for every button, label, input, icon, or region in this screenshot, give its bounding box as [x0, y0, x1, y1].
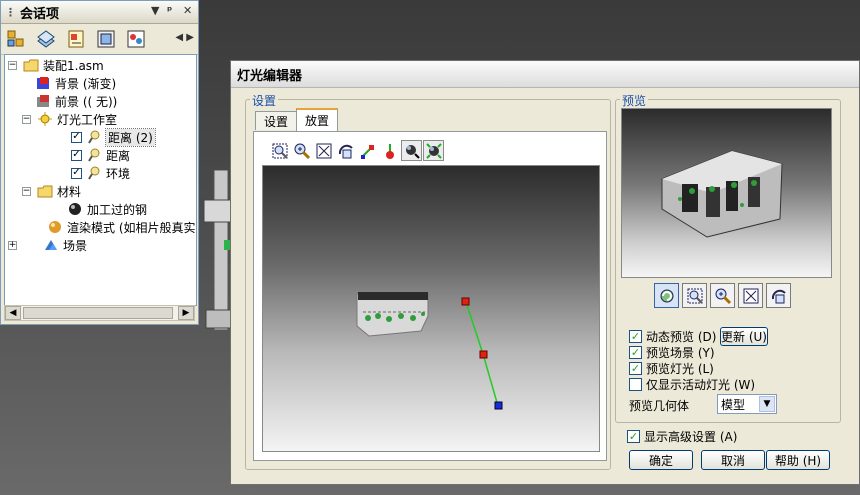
display-icon[interactable] [95, 28, 117, 50]
chevron-down-icon[interactable]: ▼ [759, 396, 775, 412]
zoom-in-icon[interactable] [291, 140, 312, 161]
collapse-icon[interactable]: − [22, 114, 31, 124]
show-advanced-option[interactable]: ✓ 显示高级设置 (A) [627, 428, 737, 445]
fit-view-icon[interactable] [313, 140, 334, 161]
tree-item-light-distant[interactable]: ✓ 距离 [71, 146, 130, 164]
placement-view-toolbar [269, 140, 444, 162]
folder-icon [37, 184, 53, 198]
preview-rotate-icon[interactable] [766, 283, 791, 308]
panel-menu-button[interactable]: ▼ [151, 4, 159, 17]
placement-scene [356, 292, 503, 410]
session-items-panel: ⋮ 会话项 ▼ ᵖ ✕ ◀ ▶ − 装配1.asm 背景 (渐变) 前景 ((… [0, 0, 199, 325]
light-visibility-checkbox[interactable]: ✓ [71, 167, 82, 179]
dialog-title: 灯光编辑器 [237, 68, 303, 84]
tree-item-light-ambient[interactable]: ✓ 环境 [71, 164, 130, 182]
tree-item-scene[interactable]: + 场景 [8, 236, 87, 254]
session-panel-title: 会话项 [20, 6, 60, 22]
preview-render[interactable] [621, 108, 832, 278]
folder-icon [23, 58, 39, 72]
help-button[interactable]: 帮助 (H) [766, 450, 830, 470]
light-position-icon[interactable] [357, 140, 378, 161]
expand-icon[interactable]: + [8, 240, 17, 250]
dynamic-preview-option[interactable]: ✓ 动态预览 (D) [629, 328, 716, 345]
bulb-icon [86, 130, 102, 144]
session-tree: − 装配1.asm 背景 (渐变) 前景 (( 无)) − 灯光工作室 ✓ 距离… [4, 54, 197, 306]
light-visibility-checkbox[interactable]: ✓ [71, 131, 82, 143]
rotate-view-icon[interactable] [335, 140, 356, 161]
light-aim-icon[interactable] [379, 140, 400, 161]
scroll-right-icon[interactable]: ▶ [178, 306, 194, 320]
preview-group-label: 预览 [620, 92, 649, 109]
placement-viewport[interactable] [262, 165, 600, 452]
show-advanced-checkbox[interactable]: ✓ [627, 430, 640, 443]
preview-lights-option[interactable]: ✓ 预览灯光 (L) [629, 360, 714, 377]
tree-item-light-studio[interactable]: − 灯光工作室 [22, 110, 117, 128]
grip-icon[interactable]: ⋮ [5, 6, 16, 19]
session-toolbar: ◀ ▶ [1, 24, 198, 55]
ok-button[interactable]: 确定 [629, 450, 693, 470]
light-editor-dialog: 灯光编辑器 设置 设置 放置 预览 ✓ 动态预览 (D) 更新 (U) ✓ 预览… [230, 60, 860, 485]
tree-item-render-mode[interactable]: 渲染模式 (如相片般真实) [47, 218, 196, 236]
tree-horizontal-scrollbar[interactable]: ◀ ▶ [4, 305, 195, 321]
foreground-icon [35, 94, 51, 108]
light-studio-icon [37, 112, 53, 126]
collapse-icon[interactable]: − [22, 186, 31, 196]
preview-geometry-select[interactable]: 模型 ▼ [717, 394, 777, 414]
layers-icon[interactable] [35, 28, 57, 50]
scroll-thumb[interactable] [23, 307, 173, 319]
tree-item-material-steel[interactable]: 加工过的钢 [67, 200, 147, 218]
preview-zoom-in-icon[interactable] [710, 283, 735, 308]
bulb-icon [86, 166, 102, 180]
tab-placement[interactable]: 放置 [296, 108, 339, 131]
preview-scene-option[interactable]: ✓ 预览场景 (Y) [629, 344, 715, 361]
tree-item-materials[interactable]: − 材料 [22, 182, 81, 200]
collapse-icon[interactable]: − [8, 60, 17, 70]
toolbar-scroll-arrows[interactable]: ◀ ▶ [175, 32, 194, 43]
tree-item-background[interactable]: 背景 (渐变) [35, 74, 116, 92]
dynamic-preview-checkbox[interactable]: ✓ [629, 330, 642, 343]
dialog-titlebar[interactable]: 灯光编辑器 [231, 61, 859, 88]
preview-zoom-window-icon[interactable] [682, 283, 707, 308]
preview-model [661, 150, 783, 238]
orient-to-view-icon[interactable] [401, 140, 422, 161]
settings-tabs: 设置 放置 [255, 108, 339, 131]
background-icon [35, 76, 51, 90]
update-button[interactable]: 更新 (U) [720, 327, 768, 346]
tab-settings[interactable]: 设置 [255, 111, 298, 130]
preview-scene-checkbox[interactable]: ✓ [629, 346, 642, 359]
zoom-window-icon[interactable] [269, 140, 290, 161]
bulb-icon [86, 148, 102, 162]
render-mode-icon [47, 220, 63, 234]
light-visibility-checkbox[interactable]: ✓ [71, 149, 82, 161]
assembly-tree-icon[interactable] [5, 28, 27, 50]
assembly-model-thumbnail [356, 292, 429, 337]
light-from-view-icon[interactable] [423, 140, 444, 161]
preview-lights-checkbox[interactable]: ✓ [629, 362, 642, 375]
preview-fit-icon[interactable] [738, 283, 763, 308]
scroll-left-icon[interactable]: ◀ [5, 306, 21, 320]
refresh-preview-icon[interactable] [654, 283, 679, 308]
preview-toolbar [654, 283, 791, 308]
cancel-button[interactable]: 取消 [701, 450, 765, 470]
appearance-icon[interactable] [125, 28, 147, 50]
show-active-light-option[interactable]: 仅显示活动灯光 (W) [629, 376, 755, 393]
preview-geometry-label: 预览几何体 [629, 399, 690, 413]
settings-group-label: 设置 [250, 92, 279, 109]
material-sphere-icon [67, 202, 83, 216]
light-direction-handle[interactable] [461, 297, 503, 410]
properties-icon[interactable] [65, 28, 87, 50]
tree-item-light-distant-2[interactable]: ✓ 距离 (2) [71, 127, 156, 147]
close-panel-button[interactable]: ✕ [183, 4, 192, 17]
tree-item-assembly[interactable]: − 装配1.asm [8, 56, 104, 74]
tree-item-foreground[interactable]: 前景 (( 无)) [35, 92, 117, 110]
scene-icon [43, 238, 59, 252]
session-panel-titlebar: ⋮ 会话项 ▼ ᵖ ✕ [1, 1, 198, 24]
show-active-light-checkbox[interactable] [629, 378, 642, 391]
pin-button[interactable]: ᵖ [167, 4, 172, 17]
